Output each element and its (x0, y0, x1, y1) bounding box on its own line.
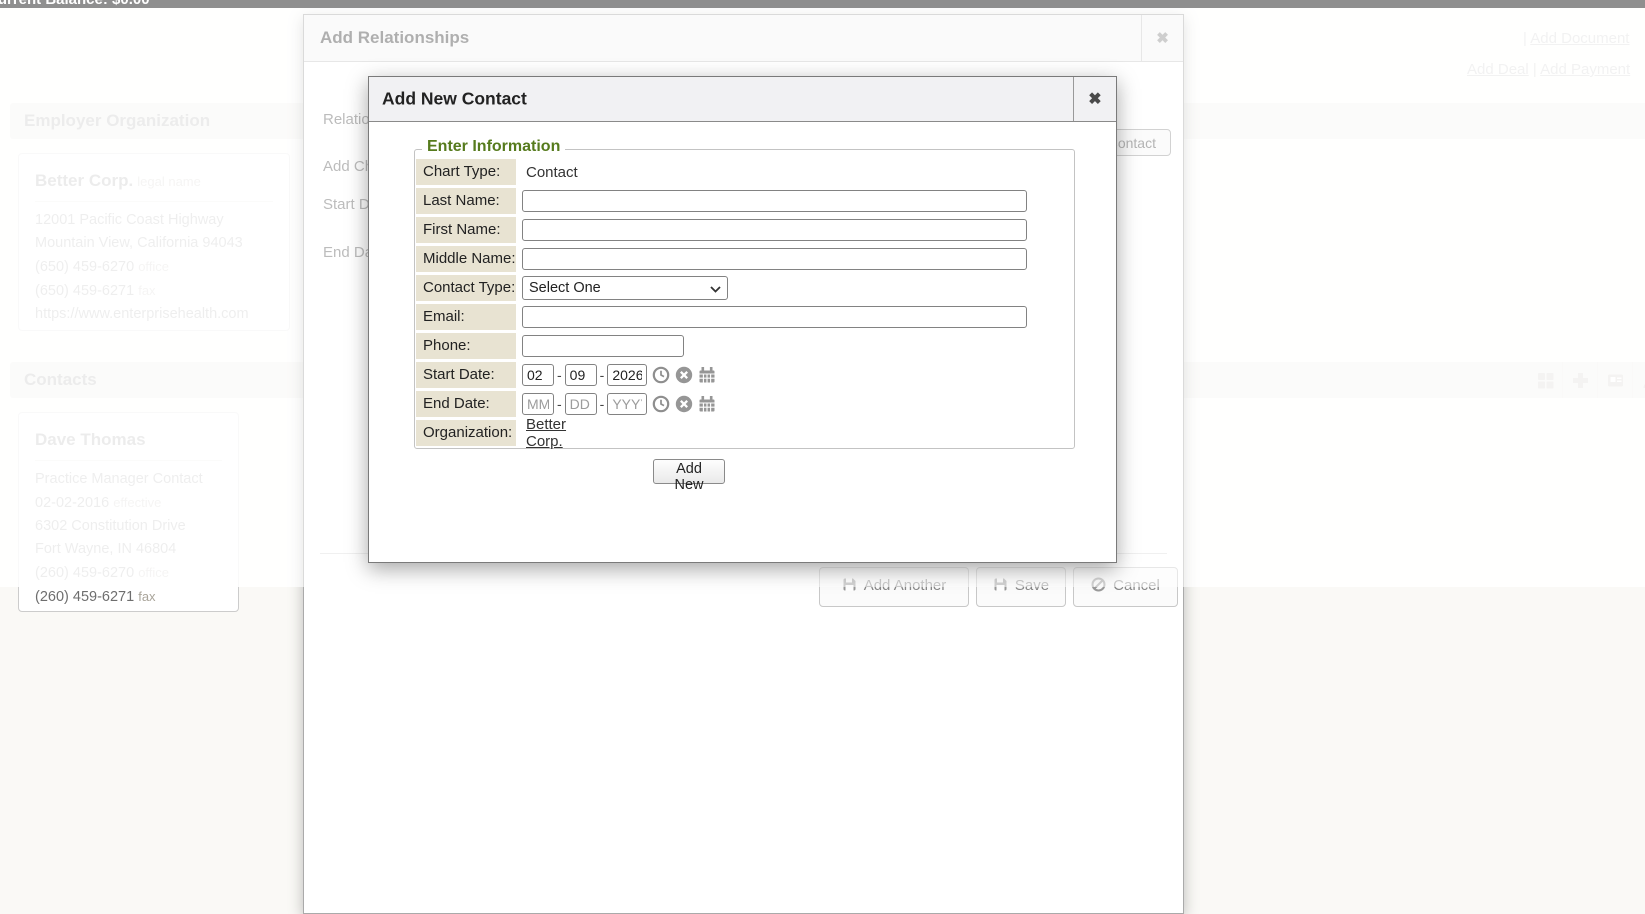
first-name-input[interactable] (522, 219, 1027, 241)
clear-icon[interactable] (675, 395, 693, 413)
clock-icon[interactable] (652, 366, 670, 384)
date-separator: - (557, 367, 562, 383)
add-new-contact-modal: Add New Contact ✖ Enter Information Char… (368, 76, 1117, 563)
calendar-icon[interactable] (698, 366, 716, 384)
field-label: Organization: (416, 420, 516, 446)
field-label: Contact Type: (416, 275, 516, 301)
field-label: First Name: (416, 217, 516, 243)
calendar-icon[interactable] (698, 395, 716, 413)
last-name-input[interactable] (522, 190, 1027, 212)
email-input[interactable] (522, 306, 1027, 328)
fieldset-legend: Enter Information (422, 138, 565, 156)
start-date-month-input[interactable] (522, 364, 554, 386)
clock-icon[interactable] (652, 395, 670, 413)
enter-information-fieldset: Enter Information Chart Type: Contact La… (414, 149, 1075, 449)
end-date-month-input[interactable] (522, 393, 554, 415)
date-separator: - (600, 367, 605, 383)
selected-option: Select One (529, 280, 601, 296)
field-label: Middle Name: (416, 246, 516, 272)
chevron-down-icon (710, 286, 721, 293)
date-separator: - (600, 396, 605, 412)
middle-name-input[interactable] (522, 248, 1027, 270)
field-label: Last Name: (416, 188, 516, 214)
field-label: Phone: (416, 333, 516, 359)
field-label: End Date: (416, 391, 516, 417)
clear-icon[interactable] (675, 366, 693, 384)
add-new-button[interactable]: Add New (653, 459, 725, 484)
contact-type-select[interactable]: Select One (522, 276, 728, 300)
start-date-year-input[interactable] (607, 364, 647, 386)
field-label: Start Date: (416, 362, 516, 388)
date-separator: - (557, 396, 562, 412)
end-date-year-input[interactable] (607, 393, 647, 415)
field-label: Chart Type: (416, 159, 516, 185)
contact-fax: (260) 459-6271 fax (35, 585, 222, 609)
modal-title: Add New Contact (382, 89, 527, 110)
close-icon: ✖ (1088, 89, 1101, 109)
balance-text: Current Balance: $0.00 (0, 0, 150, 8)
chart-type-value: Contact (522, 164, 578, 181)
organization-link[interactable]: Better Corp. (522, 416, 566, 450)
end-date-day-input[interactable] (565, 393, 597, 415)
field-label: Email: (416, 304, 516, 330)
start-date-day-input[interactable] (565, 364, 597, 386)
top-balance-bar: Current Balance: $0.00 (0, 0, 1645, 8)
modal-header: Add New Contact ✖ (369, 77, 1116, 122)
close-button[interactable]: ✖ (1073, 77, 1116, 121)
phone-input[interactable] (522, 335, 684, 357)
